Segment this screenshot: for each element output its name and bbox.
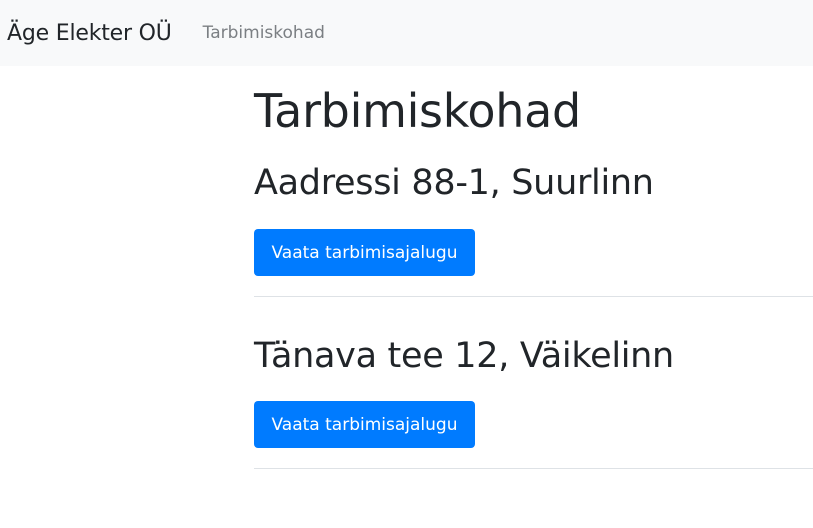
brand-link[interactable]: Äge Elekter OÜ [7, 21, 172, 46]
place-item: Tänava tee 12, Väikelinn Vaata tarbimisa… [254, 339, 813, 469]
divider [254, 296, 813, 297]
view-consumption-history-button[interactable]: Vaata tarbimisajalugu [254, 229, 475, 276]
view-consumption-history-button[interactable]: Vaata tarbimisajalugu [254, 401, 475, 448]
place-address: Aadressi 88-1, Suurlinn [254, 163, 654, 203]
place-address: Tänava tee 12, Väikelinn [254, 336, 674, 376]
main-content: Tarbimiskohad Aadressi 88-1, Suurlinn Va… [254, 66, 813, 469]
divider [254, 468, 813, 469]
nav-link-tarbimiskohad[interactable]: Tarbimiskohad [203, 23, 325, 43]
place-item: Aadressi 88-1, Suurlinn Vaata tarbimisaj… [254, 166, 813, 297]
page-title: Tarbimiskohad [254, 84, 581, 138]
navbar: Äge Elekter OÜ Tarbimiskohad [0, 0, 813, 66]
